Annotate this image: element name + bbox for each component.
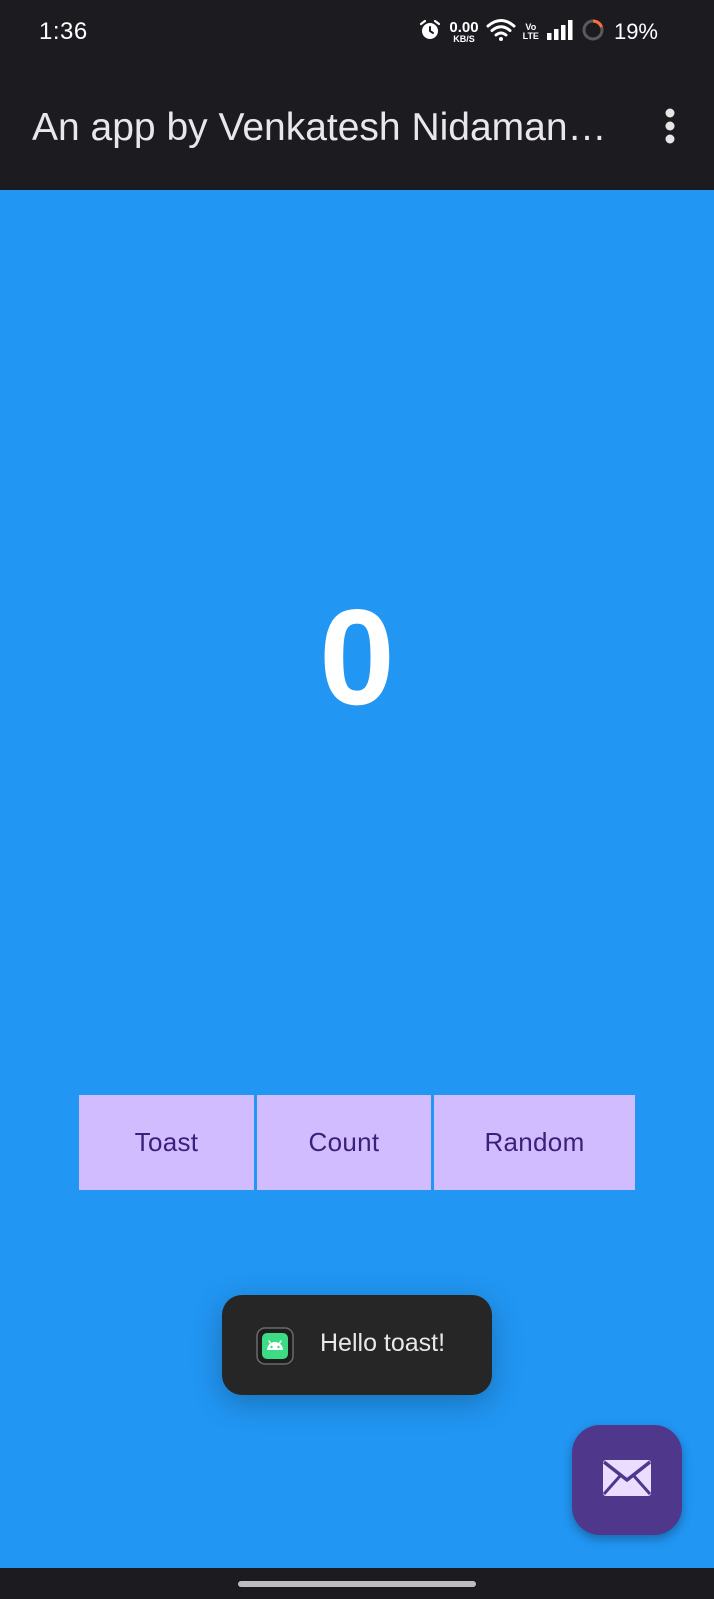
- email-icon: [602, 1459, 652, 1502]
- count-button[interactable]: Count: [257, 1095, 431, 1190]
- toast-button[interactable]: Toast: [79, 1095, 254, 1190]
- android-app-icon: [256, 1327, 294, 1365]
- random-button[interactable]: Random: [434, 1095, 635, 1190]
- navigation-bar: [0, 1568, 714, 1599]
- phone-screen: 1:36 0.00 KB/S Vo LTE 19% An app by Venk…: [0, 0, 714, 1599]
- net-speed: 0.00 KB/S: [449, 20, 478, 44]
- app-title: An app by Venkatesh Nidamanuru: [32, 106, 612, 149]
- volte-bottom: LTE: [522, 31, 539, 41]
- battery-percent: 19%: [613, 19, 658, 44]
- main-content: 0 Toast Count Random Hello toast!: [0, 190, 714, 1568]
- battery-icon: [581, 18, 605, 47]
- signal-icon: [546, 19, 574, 46]
- count-display: 0: [319, 581, 395, 733]
- wifi-icon: [486, 18, 516, 47]
- toast-popup: Hello toast!: [222, 1295, 492, 1395]
- volte-indicator: Vo LTE: [523, 23, 539, 41]
- email-fab-button[interactable]: [572, 1425, 682, 1535]
- status-icons: 0.00 KB/S Vo LTE 19%: [418, 17, 658, 47]
- net-speed-value: 0.00: [449, 19, 479, 36]
- alarm-icon: [418, 18, 442, 47]
- status-time: 1:36: [39, 18, 88, 45]
- app-bar: An app by Venkatesh Nidamanuru: [0, 66, 714, 190]
- home-gesture-handle[interactable]: [238, 1581, 476, 1587]
- button-row: Toast Count Random: [79, 1095, 635, 1190]
- net-speed-unit: KB/S: [453, 34, 475, 44]
- more-vert-icon[interactable]: [652, 106, 688, 150]
- toast-message: Hello toast!: [320, 1329, 446, 1357]
- status-bar: 1:36 0.00 KB/S Vo LTE 19%: [0, 0, 714, 66]
